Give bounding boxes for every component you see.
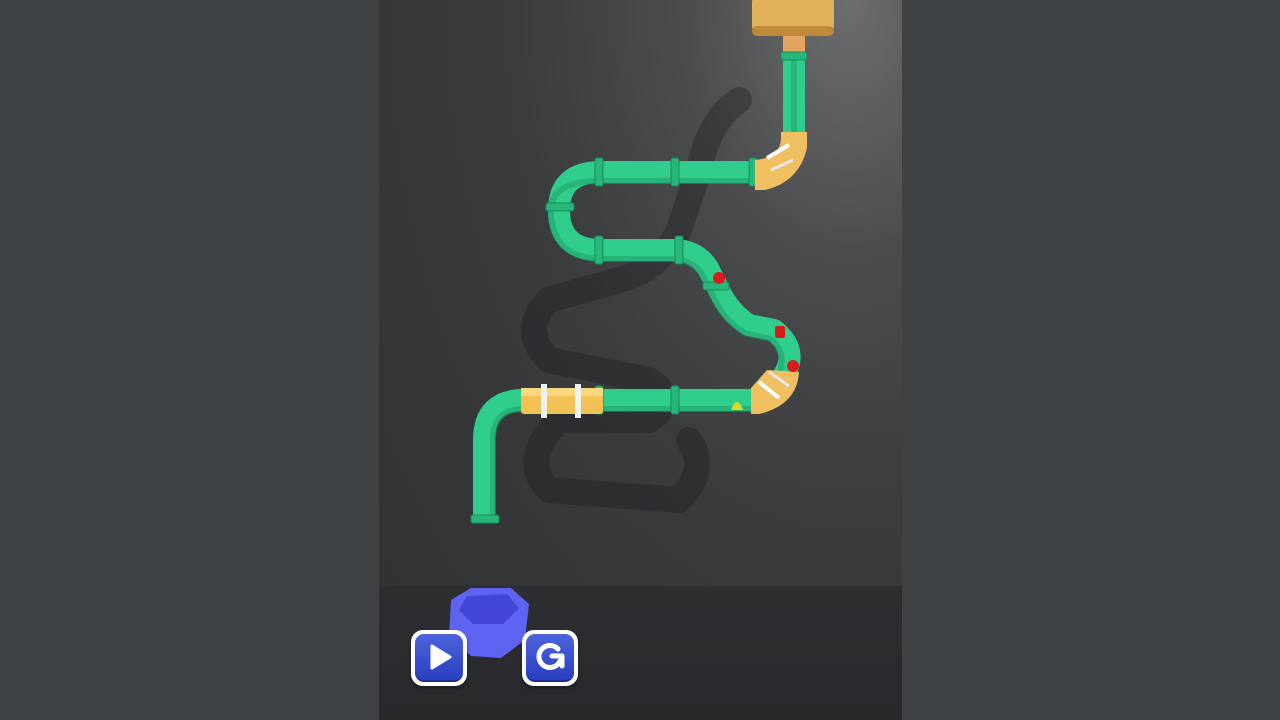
- pipe-scene: [449, 0, 834, 658]
- play-icon: [430, 644, 452, 670]
- play-button[interactable]: [411, 630, 467, 686]
- game-viewport: [0, 0, 1280, 720]
- game-area: [379, 0, 902, 720]
- water-source: [752, 0, 834, 52]
- restart-button-face: [526, 634, 574, 682]
- play-button-face: [415, 634, 463, 682]
- restart-button[interactable]: [522, 630, 578, 686]
- pipe-shadow: [521, 87, 752, 513]
- restart-icon: [536, 643, 565, 670]
- pipe-joints: [470, 51, 808, 524]
